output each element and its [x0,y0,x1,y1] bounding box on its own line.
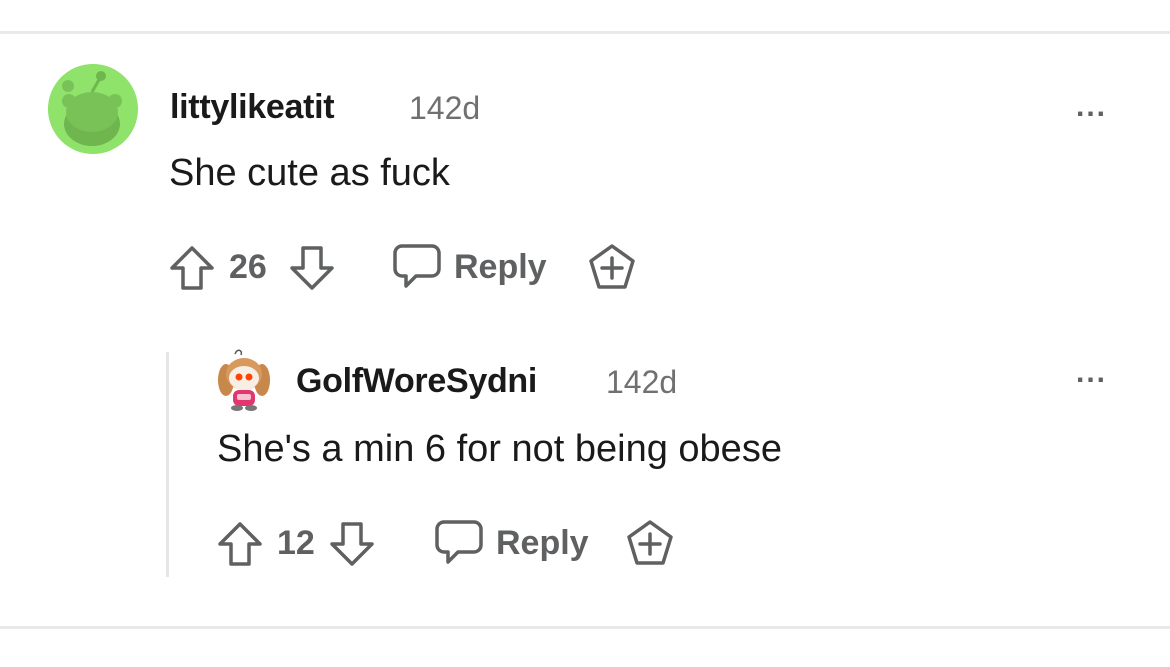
award-icon[interactable] [624,518,676,568]
comment-bubble-icon[interactable] [434,518,484,566]
more-options-icon[interactable]: ... [1076,358,1107,388]
comment-text: She cute as fuck [169,152,450,194]
snoo-avatar-icon [48,64,138,154]
downvote-icon[interactable] [288,244,336,292]
top-divider [0,31,1170,34]
vote-score: 12 [277,524,315,562]
reply-button[interactable]: Reply [454,248,547,287]
snoo-girl-avatar-icon [218,349,270,411]
reply-button[interactable]: Reply [496,524,589,563]
avatar[interactable] [48,64,138,154]
vote-score: 26 [229,248,267,286]
avatar[interactable] [215,346,273,412]
timestamp: 142d [606,364,678,400]
bottom-divider [0,626,1170,629]
downvote-icon[interactable] [328,520,376,568]
username[interactable]: GolfWoreSydni [296,362,537,401]
upvote-icon[interactable] [168,244,216,292]
comment-text: She's a min 6 for not being obese [217,428,782,470]
more-options-icon[interactable]: ... [1076,92,1107,122]
username[interactable]: littylikeatit [170,88,335,127]
comment-bubble-icon[interactable] [392,242,442,290]
timestamp: 142d [409,90,481,126]
thread-line[interactable] [166,352,169,577]
award-icon[interactable] [586,242,638,292]
upvote-icon[interactable] [216,520,264,568]
